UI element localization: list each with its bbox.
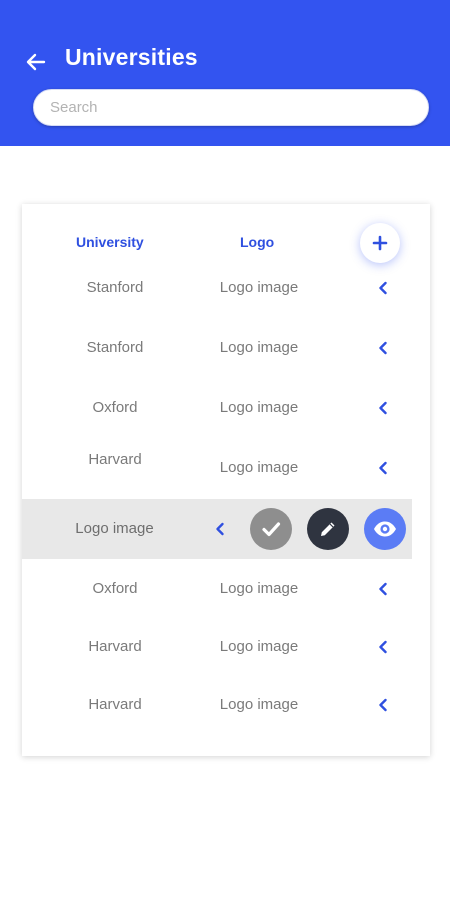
expand-row-button[interactable]	[374, 279, 392, 297]
logo-cell: Logo image	[219, 399, 299, 416]
university-name: Harvard	[88, 451, 142, 468]
table-row-expanded[interactable]: Logo image	[22, 499, 412, 559]
university-name: Harvard	[88, 638, 142, 655]
plus-icon	[372, 235, 388, 251]
edit-button[interactable]	[307, 508, 349, 550]
logo-cell: Logo image	[219, 696, 299, 713]
logo-cell: Logo image	[219, 339, 299, 356]
university-name: Stanford	[86, 279, 144, 296]
app-header: Universities	[0, 0, 450, 146]
chevron-left-icon	[379, 461, 387, 475]
logo-cell: Logo image	[219, 459, 299, 476]
logo-cell: Logo image	[219, 638, 299, 655]
collapse-row-button[interactable]	[212, 520, 228, 538]
table-row[interactable]: Harvard Logo image	[22, 685, 430, 725]
view-button[interactable]	[364, 508, 406, 550]
table-row[interactable]: Harvard Logo image	[22, 444, 430, 484]
column-header-university: University	[76, 234, 144, 250]
column-header-logo: Logo	[240, 234, 275, 250]
university-name: Oxford	[92, 580, 138, 597]
chevron-left-icon	[379, 640, 387, 654]
expand-row-button[interactable]	[374, 459, 392, 477]
expand-row-button[interactable]	[374, 638, 392, 656]
table-row[interactable]: Oxford Logo image	[22, 569, 430, 609]
table-row[interactable]: Stanford Logo image	[22, 328, 430, 368]
university-name: Oxford	[92, 399, 138, 416]
expand-row-button[interactable]	[374, 696, 392, 714]
chevron-left-icon	[379, 281, 387, 295]
chevron-left-icon	[216, 522, 224, 536]
chevron-left-icon	[379, 401, 387, 415]
check-icon	[262, 522, 281, 537]
back-button[interactable]	[22, 48, 50, 76]
search-input[interactable]	[33, 89, 429, 126]
chevron-left-icon	[379, 698, 387, 712]
university-name: Stanford	[86, 339, 144, 356]
logo-cell: Logo image	[219, 580, 299, 597]
expand-row-button[interactable]	[374, 339, 392, 357]
approve-button[interactable]	[250, 508, 292, 550]
table-row[interactable]: Stanford Logo image	[22, 268, 430, 308]
arrow-left-icon	[26, 53, 46, 71]
table-row[interactable]: Harvard Logo image	[22, 627, 430, 667]
page-title: Universities	[65, 44, 198, 70]
expand-row-button[interactable]	[374, 580, 392, 598]
logo-cell: Logo image	[75, 520, 154, 537]
chevron-left-icon	[379, 582, 387, 596]
expand-row-button[interactable]	[374, 399, 392, 417]
chevron-left-icon	[379, 341, 387, 355]
universities-table: University Logo Stanford Logo image Stan…	[22, 204, 430, 756]
add-university-button[interactable]	[360, 223, 400, 263]
logo-cell: Logo image	[219, 279, 299, 296]
table-row[interactable]: Oxford Logo image	[22, 388, 430, 428]
pencil-icon	[321, 522, 335, 536]
university-name: Harvard	[88, 696, 142, 713]
eye-icon	[374, 521, 396, 537]
